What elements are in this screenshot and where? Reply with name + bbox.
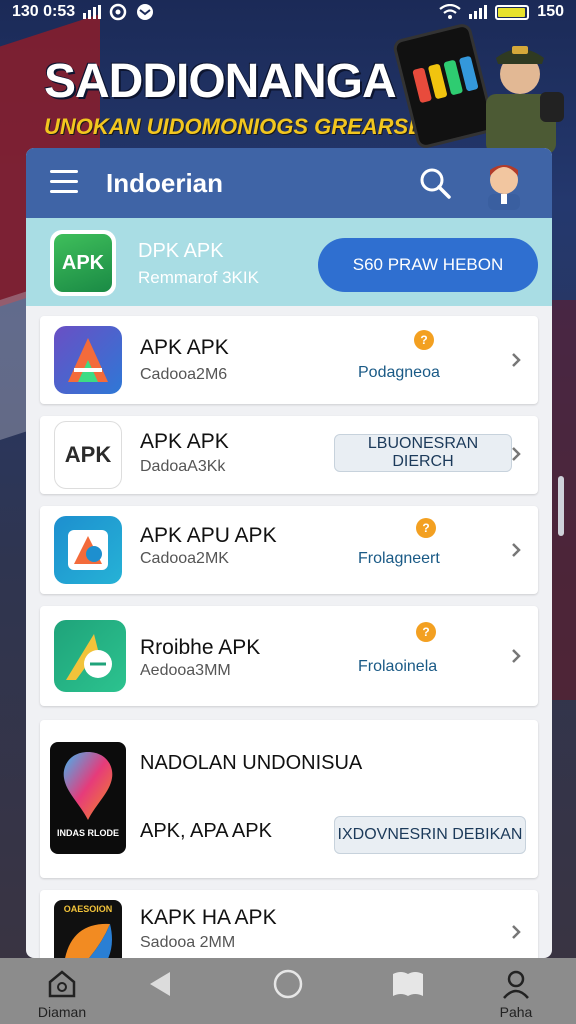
nav-book[interactable] <box>378 968 438 1022</box>
item-size: Aedooa3MM <box>140 662 231 679</box>
app-window: Indoerian APK DPK APK Remmarof 3KIK S60 … <box>26 148 552 958</box>
item-name: NADOLAN UNDONISUA <box>140 752 363 774</box>
scrollbar[interactable] <box>558 476 564 536</box>
message-icon <box>137 4 154 20</box>
chevron-right-icon[interactable] <box>508 352 524 368</box>
banner-title: SADDIONANGA <box>44 55 397 108</box>
item-name: APK APK <box>140 336 229 359</box>
nav-label: Diaman <box>37 1004 87 1020</box>
profile-icon <box>503 970 529 999</box>
chevron-right-icon[interactable] <box>508 446 524 462</box>
item-tag: Podagneoa <box>358 364 440 381</box>
orange-arc-logo-icon: OAESOION <box>54 900 122 958</box>
icon-text: INDAS RLODE <box>56 828 119 838</box>
coin-icon: ? <box>416 518 436 538</box>
notification-icon <box>109 3 127 21</box>
circle-home-icon <box>273 969 303 999</box>
coin-icon: ? <box>414 330 434 350</box>
list-item[interactable]: APK APK Cadooa2M6 ? Podagneoa <box>40 316 538 404</box>
battery-icon <box>495 4 530 20</box>
search-icon[interactable] <box>418 166 452 200</box>
item-size: Sadooa 2MM <box>140 934 236 951</box>
item-action-button[interactable]: IXDOVNESRIN DEBIKAN <box>334 816 526 854</box>
featured-action-button[interactable]: S60 PRAW HEBON <box>318 238 538 292</box>
chevron-right-icon[interactable] <box>508 542 524 558</box>
promo-banner[interactable]: SADDIONANGA UNOKAN UIDOMONIOGS GREARSEIO <box>0 21 576 152</box>
status-time: 130 0:53 <box>12 3 76 20</box>
nav-home[interactable]: Diaman <box>32 968 92 1022</box>
cell-signal-icon <box>469 5 488 19</box>
list-item[interactable]: APK APU APK Cadooa2MK ? Frolagneert <box>40 506 538 594</box>
chevron-right-icon[interactable] <box>508 648 524 664</box>
status-right-text: 150 <box>537 3 564 20</box>
status-bar: 130 0:53 150 <box>0 0 576 26</box>
item-size: Cadooa2M6 <box>140 366 228 383</box>
banner-subtitle: UNOKAN UIDOMONIOGS GREARSEIO <box>44 114 447 139</box>
item-name: APK APK <box>140 430 229 453</box>
featured-app-name: DPK APK <box>138 240 224 262</box>
featured-logo-text: APK <box>54 234 112 292</box>
bottom-navigation: Diaman Paha <box>0 958 576 1024</box>
item-size: Cadooa2MK <box>140 550 229 567</box>
hamburger-menu-icon[interactable] <box>50 170 78 194</box>
wifi-icon <box>439 4 461 19</box>
featured-app-banner[interactable]: APK DPK APK Remmarof 3KIK S60 PRAW HEBON <box>26 218 552 306</box>
map-pin-logo-icon: INDAS RLODE <box>50 742 126 854</box>
item-tag: Frolagneert <box>358 550 440 567</box>
featured-app-subtitle: Remmarof 3KIK <box>138 268 259 287</box>
icon-text: OAESOION <box>63 904 113 914</box>
book-icon <box>393 972 423 996</box>
banner-officer-image <box>486 46 564 152</box>
apk-text-logo-icon: APK <box>54 421 122 489</box>
list-item[interactable]: APK APK APK DadoaA3Kk LBUONESRAN DIERCH <box>40 416 538 494</box>
item-tag: Frolaoinela <box>358 658 438 675</box>
apk-green-logo-icon <box>54 620 126 692</box>
back-icon <box>150 972 170 996</box>
list-item[interactable]: OAESOION KAPK HA APK Sadooa 2MM <box>40 890 538 958</box>
nav-label: Paha <box>499 1004 533 1020</box>
icon-text: APK <box>64 442 112 467</box>
avatar[interactable] <box>478 156 530 210</box>
nav-circle-home[interactable] <box>258 968 318 1022</box>
item-name: Rroibhe APK <box>140 636 261 659</box>
app-bar: Indoerian <box>26 148 552 218</box>
item-size: DadoaA3Kk <box>140 458 226 475</box>
list-item[interactable]: Rroibhe APK Aedooa3MM ? Frolaoinela <box>40 606 538 706</box>
coin-icon: ? <box>416 622 436 642</box>
apk-box-logo-icon <box>54 516 122 584</box>
home-icon <box>48 970 76 998</box>
apk-a-logo-icon <box>54 326 122 394</box>
item-action-button[interactable]: LBUONESRAN DIERCH <box>334 434 512 472</box>
nav-profile[interactable]: Paha <box>486 968 546 1022</box>
app-title: Indoerian <box>106 168 224 198</box>
item-name: KAPK HA APK <box>140 906 277 929</box>
chevron-right-icon[interactable] <box>508 924 524 940</box>
list-item[interactable]: INDAS RLODE NADOLAN UNDONISUA APK, APA A… <box>40 720 538 878</box>
nav-back[interactable] <box>130 968 190 1022</box>
item-subtitle: APK, APA APK <box>140 820 272 842</box>
signal-bars-icon <box>83 5 102 19</box>
item-name: APK APU APK <box>140 524 277 547</box>
featured-app-logo: APK <box>50 230 116 296</box>
